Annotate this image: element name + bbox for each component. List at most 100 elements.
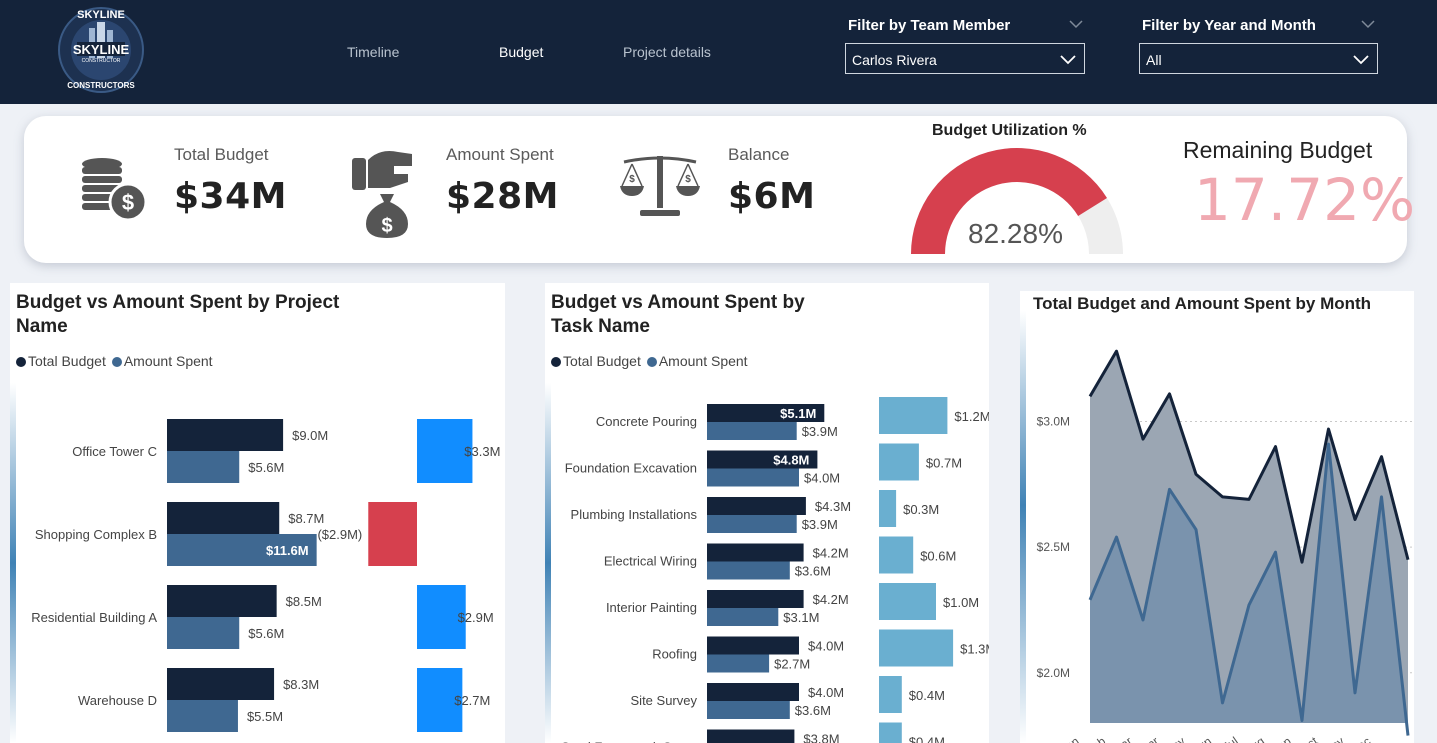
- balance-bar: [879, 536, 914, 574]
- budget-bar: [707, 636, 799, 655]
- budget-data-label: $9.0M: [292, 428, 328, 443]
- budget-data-label: $4.2M: [813, 592, 849, 607]
- category-label: Office Tower C: [72, 444, 157, 459]
- y-tick-label: $2.5M: [1037, 540, 1070, 554]
- spent-bar: [707, 515, 797, 533]
- category-label: Electrical Wiring: [604, 554, 697, 569]
- budget-data-label: $8.7M: [288, 511, 324, 526]
- project-panel-title: Budget vs Amount Spent by Project Name: [16, 292, 340, 337]
- x-tick-label: Mar: [1110, 734, 1135, 743]
- budget-bar: [707, 543, 804, 562]
- month-panel: Total Budget and Amount Spent by Month $…: [1020, 291, 1414, 743]
- spent-data-label: $3.9M: [802, 424, 838, 439]
- category-label: Interior Painting: [606, 600, 697, 615]
- svg-text:SKYLINE: SKYLINE: [73, 42, 130, 57]
- x-tick-label: Oct: [1297, 734, 1321, 743]
- filter-team-member-label: Filter by Team Member: [848, 17, 1011, 34]
- year-month-select[interactable]: All: [1139, 43, 1378, 74]
- spent-data-label: $3.9M: [802, 517, 838, 532]
- spent-data-label: $2.7M: [774, 657, 810, 672]
- y-tick-label: $2.0M: [1037, 666, 1070, 680]
- x-tick-label: Apr: [1138, 734, 1161, 743]
- coins-dollar-icon: $: [82, 158, 148, 222]
- x-tick-label: Jul: [1220, 734, 1241, 743]
- balance-data-label: $0.6M: [920, 549, 956, 564]
- spent-data-label: $3.1M: [783, 610, 819, 625]
- spent-bar: [167, 700, 238, 732]
- total-budget-label: Total Budget: [174, 145, 269, 164]
- category-label: Concrete Pouring: [596, 414, 697, 429]
- balance-label: Balance: [728, 145, 790, 164]
- balance-data-label: $1.0M: [943, 595, 979, 610]
- category-label: Shopping Complex B: [35, 527, 157, 542]
- spent-bar: [707, 422, 797, 440]
- spent-bar: [707, 561, 790, 580]
- x-tick-label: Feb: [1083, 734, 1108, 743]
- balance-bar: [879, 443, 919, 481]
- balance-bar: [879, 583, 936, 620]
- x-tick-label: Aug: [1242, 734, 1268, 743]
- svg-text:$: $: [685, 174, 691, 185]
- balance-bar: [368, 502, 417, 566]
- svg-text:SKYLINE: SKYLINE: [77, 9, 125, 21]
- budget-bar: [707, 497, 806, 515]
- project-legend: Total Budget Amount Spent: [16, 353, 213, 369]
- month-panel-title: Total Budget and Amount Spent by Month: [1033, 294, 1372, 313]
- x-tick-label: May: [1161, 734, 1188, 743]
- budget-bar: [167, 419, 284, 451]
- team-member-select[interactable]: Carlos Rivera: [845, 43, 1085, 74]
- spent-bar: [707, 701, 790, 719]
- spent-data-label: $11.6M: [266, 543, 309, 558]
- x-tick-label: Sep: [1268, 734, 1294, 743]
- task-panel-title: Budget vs Amount Spent by Task Name: [551, 292, 805, 337]
- spent-data-label: $5.5M: [247, 709, 283, 724]
- spent-bar: [707, 468, 799, 487]
- x-tick-label: Dec: [1348, 734, 1374, 743]
- balance-value: $6M: [728, 176, 816, 217]
- category-label: Plumbing Installations: [571, 507, 698, 522]
- spent-data-label: $5.6M: [248, 626, 284, 641]
- svg-text:CONSTRUCTOR: CONSTRUCTOR: [82, 58, 121, 64]
- category-label: Site Survey: [631, 693, 698, 708]
- spent-bar: [707, 654, 770, 673]
- tab-budget[interactable]: Budget: [499, 44, 543, 60]
- balance-bar: [879, 629, 954, 667]
- total-budget-value: $34M: [174, 176, 287, 217]
- budget-data-label: $8.5M: [286, 594, 322, 609]
- budget-data-label: $3.8M: [803, 732, 839, 743]
- project-bar-chart: Office Tower C $9.0M $5.6M $3.3M Shopping Co…: [31, 419, 500, 732]
- budget-bar: [707, 590, 804, 608]
- balance-data-label: $0.4M: [909, 735, 945, 743]
- legend-amount-spent: Amount Spent: [111, 353, 213, 369]
- task-bar-chart: Concrete Pouring $5.1M $3.9M $1.2M Foundatio…: [561, 397, 989, 743]
- tab-project-details[interactable]: Project details: [623, 44, 711, 60]
- filter-year-month-label: Filter by Year and Month: [1142, 17, 1316, 34]
- balance-bar: [879, 490, 897, 527]
- chevron-down-icon[interactable]: [1068, 16, 1084, 32]
- spent-data-label: $5.6M: [248, 460, 284, 475]
- balance-data-label: $0.7M: [926, 456, 962, 471]
- task-panel: Budget vs Amount Spent by Task Name Total…: [545, 283, 989, 743]
- budget-data-label: $4.8M: [773, 453, 809, 468]
- balance-data-label: $1.2M: [954, 409, 989, 424]
- svg-text:CONSTRUCTORS: CONSTRUCTORS: [67, 81, 135, 90]
- chevron-down-icon: [1353, 55, 1369, 65]
- remaining-budget-title: Remaining Budget: [1183, 137, 1373, 163]
- tab-timeline[interactable]: Timeline: [347, 44, 399, 60]
- top-header: SKYLINE SKYLINE CONSTRUCTOR CONSTRUCTORS…: [0, 0, 1437, 104]
- x-tick-label: Jun: [1190, 734, 1214, 743]
- legend-total-budget: Total Budget: [16, 353, 106, 369]
- legend-total-budget: Total Budget: [551, 353, 641, 369]
- balance-bar: [879, 397, 948, 434]
- project-panel: Budget vs Amount Spent by Project Name To…: [10, 283, 505, 743]
- chevron-down-icon[interactable]: [1360, 16, 1376, 32]
- legend-amount-spent: Amount Spent: [646, 353, 748, 369]
- balance-bar: [879, 722, 902, 743]
- task-legend: Total Budget Amount Spent: [551, 353, 748, 369]
- budget-data-label: $5.1M: [780, 406, 816, 421]
- remaining-budget-value: 17.72%: [1194, 166, 1416, 234]
- amount-spent-label: Amount Spent: [446, 145, 554, 164]
- budget-bar: [707, 729, 795, 743]
- spent-data-label: $3.6M: [795, 564, 831, 579]
- category-label: Foundation Excavation: [565, 461, 697, 476]
